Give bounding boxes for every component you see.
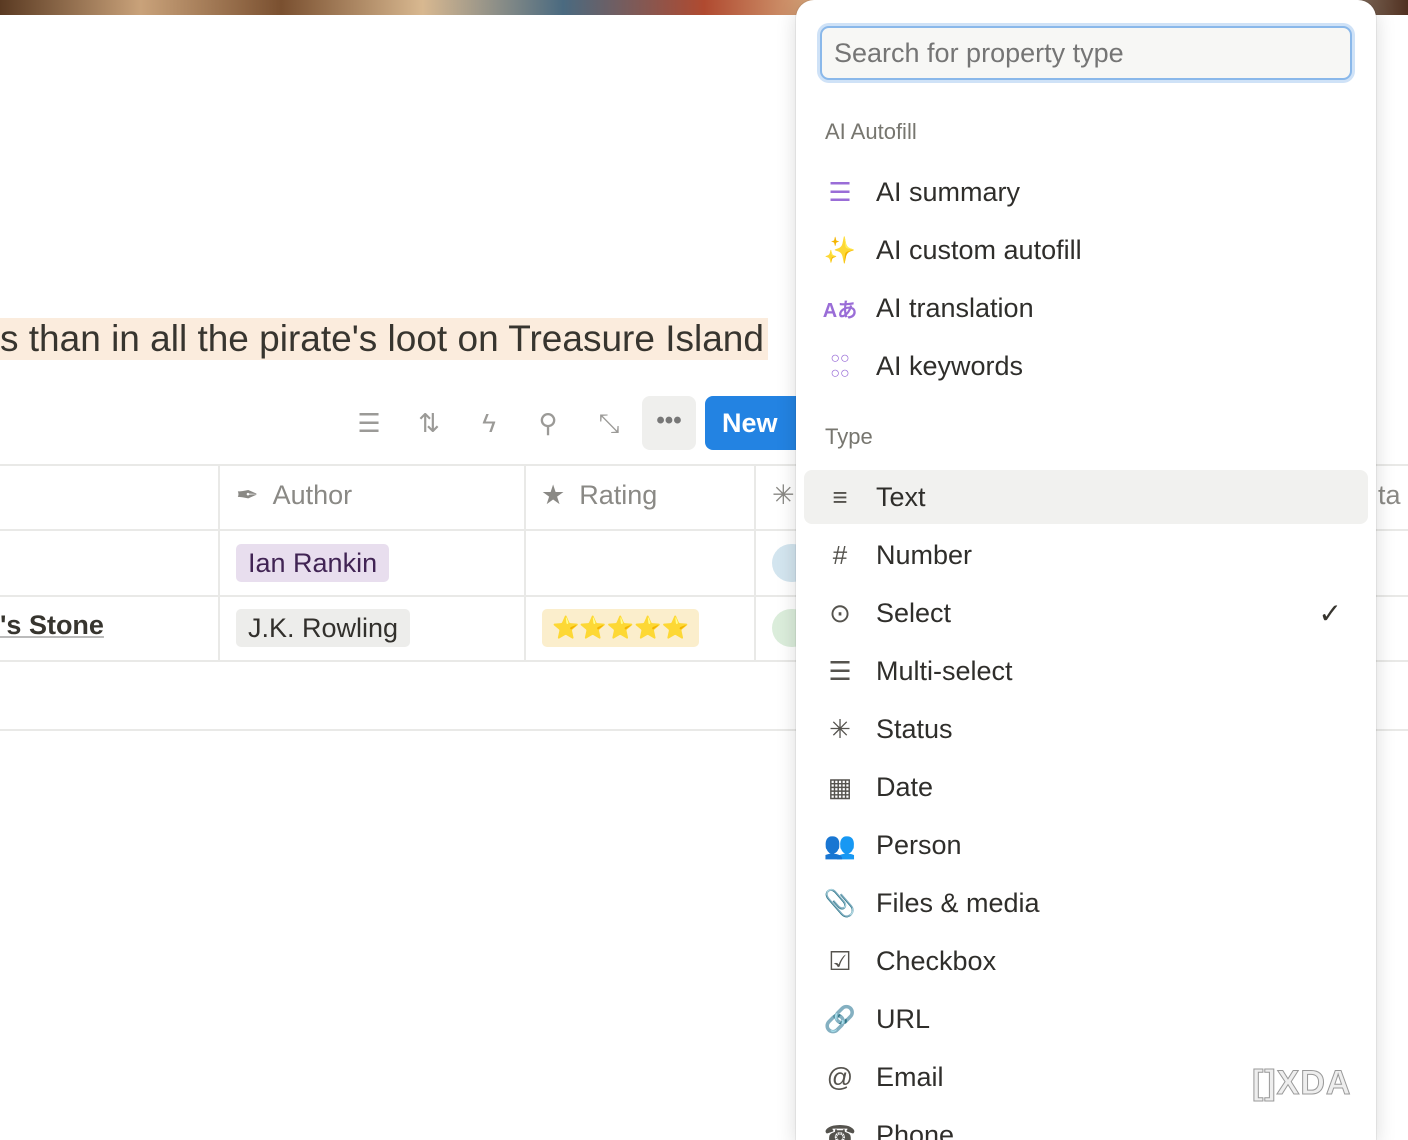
menu-item-url[interactable]: 🔗 URL	[804, 992, 1368, 1046]
link-icon: 🔗	[820, 1004, 860, 1035]
hash-icon: #	[820, 540, 860, 571]
item-label: Person	[876, 830, 962, 861]
menu-item-ai-custom-autofill[interactable]: ✨ AI custom autofill	[804, 223, 1368, 277]
property-type-menu: AI Autofill ☰ AI summary ✨ AI custom autof…	[796, 0, 1376, 1140]
status-icon: ✳	[820, 714, 860, 745]
partial-column-header: ta	[1378, 480, 1401, 511]
status-icon: ✳	[772, 480, 795, 511]
item-label: Files & media	[876, 888, 1040, 919]
paperclip-icon: 📎	[820, 888, 860, 919]
menu-item-phone[interactable]: ☎ Phone	[804, 1108, 1368, 1140]
checkbox-icon: ☑	[820, 946, 860, 977]
at-icon: @	[820, 1062, 860, 1093]
column-label: Author	[273, 480, 353, 511]
column-divider	[754, 465, 756, 662]
pen-icon: ✒	[236, 480, 259, 511]
xda-watermark-logo: []XDA	[1252, 1064, 1351, 1103]
search-icon[interactable]: ⚲	[531, 406, 565, 440]
filter-icon[interactable]: ☰	[352, 406, 386, 440]
translate-icon: Aあ	[820, 294, 860, 323]
expand-icon[interactable]: ⤡	[592, 406, 626, 440]
menu-item-multi-select[interactable]: ☰ Multi-select	[804, 644, 1368, 698]
column-header-author[interactable]: ✒ Author	[236, 480, 352, 511]
item-label: Text	[876, 482, 926, 513]
item-label: Select	[876, 598, 951, 629]
item-label: Date	[876, 772, 933, 803]
item-label: AI summary	[876, 177, 1020, 208]
column-header-rating[interactable]: ★ Rating	[541, 480, 657, 511]
menu-item-ai-summary[interactable]: ☰ AI summary	[804, 165, 1368, 219]
menu-item-person[interactable]: 👥 Person	[804, 818, 1368, 872]
item-label: Email	[876, 1062, 944, 1093]
menu-item-select[interactable]: ⊙ Select ✓	[804, 586, 1368, 640]
item-label: Checkbox	[876, 946, 996, 977]
item-label: AI translation	[876, 293, 1034, 324]
item-label: AI keywords	[876, 351, 1023, 382]
author-tag[interactable]: J.K. Rowling	[236, 609, 410, 647]
check-icon: ✓	[1319, 597, 1342, 630]
property-search-input[interactable]	[820, 26, 1352, 80]
column-label: Rating	[579, 480, 657, 511]
quote-text: s than in all the pirate's loot on Treas…	[0, 318, 768, 360]
menu-item-checkbox[interactable]: ☑ Checkbox	[804, 934, 1368, 988]
column-divider	[524, 465, 526, 662]
keywords-icon: ○○○○	[820, 351, 860, 381]
ai-autofill-header: AI Autofill	[825, 119, 917, 145]
column-divider	[218, 465, 220, 662]
list-icon: ☰	[820, 656, 860, 687]
menu-item-status[interactable]: ✳ Status	[804, 702, 1368, 756]
menu-item-date[interactable]: ▦ Date	[804, 760, 1368, 814]
ai-summary-icon: ☰	[820, 177, 860, 208]
magic-wand-icon: ✨	[820, 235, 860, 266]
more-options-button[interactable]: •••	[642, 396, 696, 450]
text-icon: ≡	[820, 482, 860, 513]
menu-item-text[interactable]: ≡ Text	[804, 470, 1368, 524]
quote-span: s than in all the pirate's loot on Treas…	[0, 318, 764, 359]
menu-item-number[interactable]: # Number	[804, 528, 1368, 582]
item-label: URL	[876, 1004, 930, 1035]
calendar-icon: ▦	[820, 772, 860, 803]
sort-icon[interactable]: ⇅	[412, 406, 446, 440]
item-label: Status	[876, 714, 953, 745]
lightning-icon[interactable]: ϟ	[472, 406, 506, 440]
type-header: Type	[825, 424, 873, 450]
rating-tag[interactable]: ⭐⭐⭐⭐⭐	[542, 609, 699, 647]
item-label: Multi-select	[876, 656, 1013, 687]
row-title-link[interactable]: 's Stone	[0, 610, 104, 641]
author-tag[interactable]: Ian Rankin	[236, 544, 389, 582]
item-label: Phone	[876, 1120, 954, 1140]
people-icon: 👥	[820, 830, 860, 861]
menu-item-ai-keywords[interactable]: ○○○○ AI keywords	[804, 339, 1368, 393]
item-label: Number	[876, 540, 972, 571]
item-label: AI custom autofill	[876, 235, 1082, 266]
menu-item-files-media[interactable]: 📎 Files & media	[804, 876, 1368, 930]
select-icon: ⊙	[820, 598, 860, 629]
phone-icon: ☎	[820, 1120, 860, 1140]
menu-item-ai-translation[interactable]: Aあ AI translation	[804, 281, 1368, 335]
star-icon: ★	[541, 480, 565, 511]
